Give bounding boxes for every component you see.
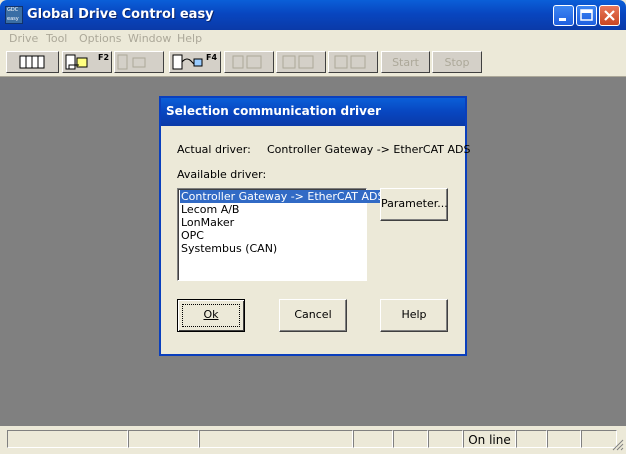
menu-bar: Drive Tool Options Window Help <box>0 30 626 48</box>
f4-key-label: F4 <box>206 53 218 62</box>
status-pane <box>428 430 463 448</box>
parameter-button-label: Parameter... <box>381 197 448 210</box>
menu-window[interactable]: Window <box>128 32 171 45</box>
actual-driver-value: Controller Gateway -> EtherCAT ADS <box>267 143 471 156</box>
status-pane <box>7 430 128 448</box>
status-pane <box>128 430 199 448</box>
transfer-icon <box>282 55 314 69</box>
menu-options[interactable]: Options <box>79 32 121 45</box>
app-logo-text-bottom: easy <box>7 16 19 22</box>
cancel-button-label: Cancel <box>294 308 332 321</box>
toolbar-button-load[interactable] <box>224 51 274 73</box>
status-bar: On line <box>0 427 626 454</box>
resize-grip-icon[interactable] <box>612 439 624 451</box>
status-pane <box>516 430 547 448</box>
toolbar: F2 F4 Start Stop <box>0 48 626 77</box>
status-pane <box>353 430 393 448</box>
status-pane <box>547 430 581 448</box>
start-label: Start <box>392 56 419 69</box>
help-button-label: Help <box>401 308 427 321</box>
parameter-list-icon <box>19 55 45 69</box>
actual-driver-label: Actual driver: <box>177 143 251 156</box>
available-driver-label: Available driver: <box>177 168 267 181</box>
online-status-pane: On line <box>463 430 516 448</box>
toolbar-button-parameter-list[interactable] <box>6 51 59 73</box>
close-icon <box>604 10 615 21</box>
cancel-button[interactable]: Cancel <box>279 299 347 332</box>
online-status-text: On line <box>468 433 511 447</box>
maximize-icon <box>580 9 593 21</box>
menu-help[interactable]: Help <box>177 32 202 45</box>
toolbar-button-go-offline[interactable] <box>114 51 164 73</box>
save-icon <box>334 55 366 69</box>
communication-driver-dialog: Selection communication driver Actual dr… <box>159 96 471 356</box>
toolbar-button-go-online[interactable]: F2 <box>62 51 112 73</box>
menu-drive[interactable]: Drive <box>9 32 38 45</box>
start-button[interactable]: Start <box>381 51 430 73</box>
title-bar[interactable]: GDC easy Global Drive Control easy <box>0 0 626 30</box>
menu-tool[interactable]: Tool <box>46 32 67 45</box>
status-pane <box>393 430 428 448</box>
minimize-icon <box>559 18 566 21</box>
ok-button[interactable]: Ok <box>177 299 245 332</box>
dialog-title-bar[interactable]: Selection communication driver <box>161 98 465 126</box>
status-pane <box>199 430 353 448</box>
stop-button[interactable]: Stop <box>432 51 482 73</box>
list-item[interactable]: Lecom A/B <box>180 203 240 216</box>
toolbar-button-search-drives[interactable]: F4 <box>169 51 221 73</box>
window-title: Global Drive Control easy <box>27 7 214 22</box>
stop-label: Stop <box>444 56 470 69</box>
driver-listbox[interactable]: Controller Gateway -> EtherCAT ADS Lecom… <box>177 188 386 281</box>
parameter-button[interactable]: Parameter... <box>380 188 448 221</box>
app-logo-icon: GDC easy <box>5 6 23 24</box>
focus-rect <box>182 304 240 327</box>
list-item[interactable]: OPC <box>180 229 205 242</box>
load-icon <box>232 55 262 69</box>
dialog-title: Selection communication driver <box>166 104 382 118</box>
help-button[interactable]: Help <box>380 299 448 332</box>
list-item[interactable]: Systembus (CAN) <box>180 242 278 255</box>
main-window: GDC easy Global Drive Control easy Drive… <box>0 0 626 454</box>
go-offline-icon <box>117 54 146 70</box>
list-item[interactable]: LonMaker <box>180 216 235 229</box>
f2-key-label: F2 <box>98 53 110 62</box>
toolbar-button-save[interactable] <box>328 51 378 73</box>
minimize-button[interactable] <box>553 5 574 26</box>
list-item-selected[interactable]: Controller Gateway -> EtherCAT ADS <box>180 190 386 203</box>
toolbar-button-transfer[interactable] <box>276 51 326 73</box>
app-logo-text-top: GDC <box>7 7 19 13</box>
maximize-button[interactable] <box>576 5 597 26</box>
close-button[interactable] <box>599 5 620 26</box>
